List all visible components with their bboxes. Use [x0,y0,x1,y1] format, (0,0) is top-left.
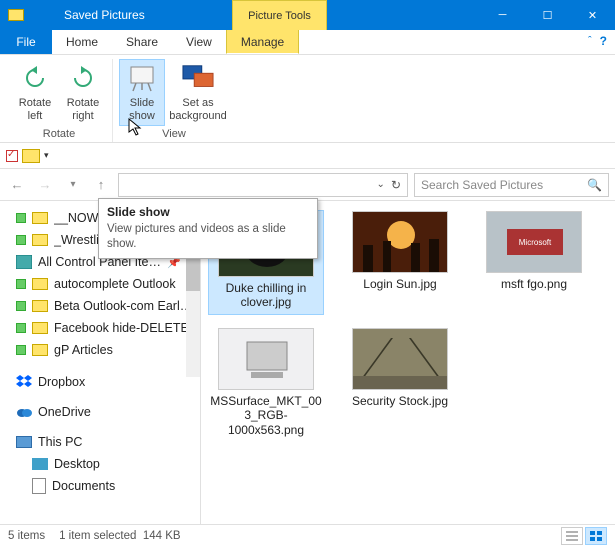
details-view-button[interactable] [561,527,583,545]
ribbon-group-view: Slide show Set as background View [113,59,235,142]
search-placeholder: Search Saved Pictures [421,178,543,192]
sync-badge-icon [16,345,26,355]
desktop-bg-icon [182,62,214,94]
tree-this-pc[interactable]: This PC [16,431,200,453]
share-tab[interactable]: Share [112,30,172,54]
collapse-ribbon-icon[interactable]: ˆ [588,35,592,47]
manage-tab[interactable]: Manage [226,30,299,54]
file-name: msft fgo.png [501,277,567,291]
refresh-icon[interactable]: ↻ [391,178,401,192]
recent-locations-button[interactable]: ▾ [62,174,84,196]
chevron-down-icon[interactable]: ⌄ [377,179,385,190]
status-bar: 5 items 1 item selected 144 KB [0,524,615,546]
tree-documents[interactable]: Documents [16,475,200,497]
group-label-rotate: Rotate [43,126,75,142]
sync-badge-icon [16,323,26,333]
desktop-icon [32,458,48,470]
search-input[interactable]: Search Saved Pictures 🔍 [414,173,609,197]
thumbnail: Microsoft [486,211,582,273]
quick-access-row: ▾ [0,143,615,169]
ribbon-group-rotate: Rotate left Rotate right Rotate [6,59,113,142]
sync-badge-icon [16,235,26,245]
maximize-button[interactable]: ☐ [525,0,570,30]
thumbnail [352,211,448,273]
file-name: Duke chilling in clover.jpg [213,281,319,310]
ribbon: Rotate left Rotate right Rotate Slide sh… [0,55,615,143]
forward-button[interactable]: → [34,174,56,196]
minimize-button[interactable]: ─ [480,0,525,30]
folder-icon [32,234,48,246]
ribbon-help: ˆ ? [588,34,607,48]
document-icon [32,478,46,494]
rotate-left-icon [19,62,51,94]
dropbox-icon [16,375,32,389]
tree-desktop[interactable]: Desktop [16,453,200,475]
folder-icon [32,300,48,312]
search-icon: 🔍 [587,178,602,192]
folder-icon [32,278,48,290]
status-selection: 1 item selected [59,530,136,542]
control-panel-icon [16,255,32,269]
thumbnail [352,328,448,390]
rotate-right-button[interactable]: Rotate right [60,59,106,126]
tree-item[interactable]: Beta Outlook-com Earl… [16,295,200,317]
help-icon[interactable]: ? [600,34,607,48]
slide-show-button[interactable]: Slide show [119,59,165,126]
home-tab[interactable]: Home [52,30,112,54]
file-item[interactable]: Security Stock.jpg [343,328,457,437]
file-item[interactable]: Login Sun.jpg [343,211,457,314]
window-title: Saved Pictures [60,0,230,30]
sync-badge-icon [16,301,26,311]
file-item[interactable]: MSSurface_MKT_003_RGB-1000x563.png [209,328,323,437]
set-as-background-button[interactable]: Set as background [167,59,229,126]
qat-icons [0,0,60,30]
tooltip-body: View pictures and videos as a slide show… [107,222,309,252]
folder-icon [22,149,40,163]
address-bar[interactable]: ⌄ ↻ [118,173,408,197]
tooltip: Slide show View pictures and videos as a… [98,198,318,259]
title-bar: Saved Pictures Picture Tools ─ ☐ ✕ [0,0,615,30]
file-name: Security Stock.jpg [352,394,448,408]
sync-badge-icon [16,279,26,289]
address-bar-row: ← → ▾ ↑ ⌄ ↻ Search Saved Pictures 🔍 [0,169,615,201]
file-item[interactable]: Microsoft msft fgo.png [477,211,591,314]
status-size: 144 KB [143,530,181,542]
tree-item[interactable]: gP Articles [16,339,200,361]
back-button[interactable]: ← [6,174,28,196]
tree-dropbox[interactable]: Dropbox [16,371,200,393]
rotate-right-icon [67,62,99,94]
tree-onedrive[interactable]: OneDrive [16,401,200,423]
menu-bar: File Home Share View Manage ˆ ? [0,30,615,55]
onedrive-icon [16,406,32,418]
sync-badge-icon [16,213,26,223]
status-item-count: 5 items [8,530,45,542]
folder-icon [8,9,24,21]
tooltip-title: Slide show [107,205,309,219]
file-tab[interactable]: File [0,30,52,54]
thumbnails-view-button[interactable] [585,527,607,545]
history-dropdown-icon[interactable]: ▾ [44,150,49,161]
group-label-view: View [162,126,186,142]
tree-item[interactable]: Facebook hide-DELETE [16,317,200,339]
slideshow-icon [126,62,158,94]
folder-icon [32,212,48,224]
select-all-checkbox[interactable] [6,150,18,162]
file-name: MSSurface_MKT_003_RGB-1000x563.png [209,394,323,437]
thumbnail [218,328,314,390]
rotate-left-button[interactable]: Rotate left [12,59,58,126]
pc-icon [16,436,32,448]
folder-icon [32,322,48,334]
tree-item[interactable]: autocomplete Outlook [16,273,200,295]
up-button[interactable]: ↑ [90,174,112,196]
svg-text:Microsoft: Microsoft [519,238,552,247]
file-name: Login Sun.jpg [363,277,436,291]
close-button[interactable]: ✕ [570,0,615,30]
view-tab[interactable]: View [172,30,226,54]
folder-icon [32,344,48,356]
context-tab-picture-tools[interactable]: Picture Tools [232,0,327,30]
